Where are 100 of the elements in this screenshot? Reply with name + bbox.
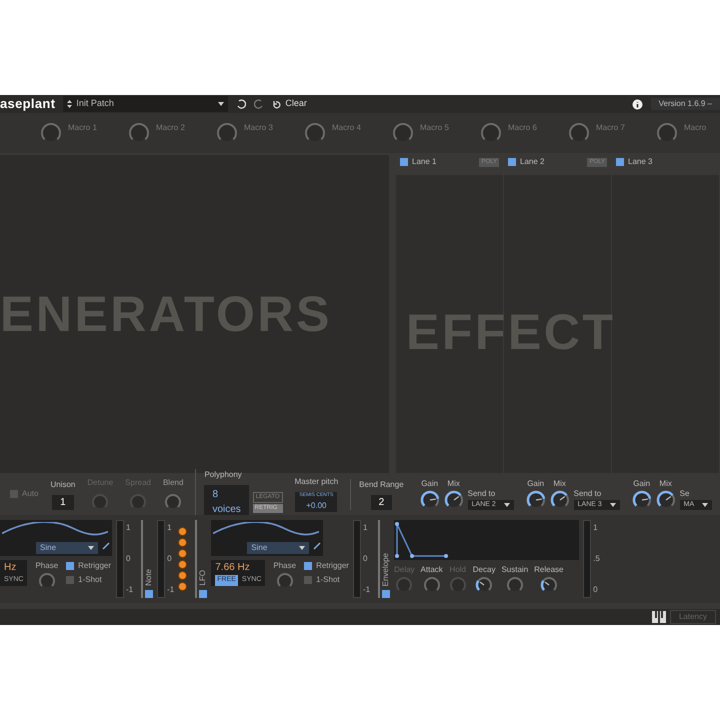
knob-label: Mix: [553, 478, 566, 490]
phase-knob[interactable]: [38, 572, 56, 590]
checkbox[interactable]: [304, 576, 312, 584]
version-label: Version 1.6.9 –: [650, 98, 720, 110]
macro-knob[interactable]: [480, 122, 502, 144]
knob[interactable]: [164, 493, 182, 511]
caret-icon: [299, 546, 306, 550]
reset-icon: [272, 100, 282, 108]
knob-label: Gain: [421, 478, 438, 490]
knob[interactable]: [632, 490, 652, 510]
knob[interactable]: [475, 576, 494, 594]
knob-label: Release: [534, 564, 564, 576]
scale-label: -1: [362, 584, 370, 596]
scale-label: 1: [126, 522, 132, 534]
knob[interactable]: [526, 490, 546, 510]
redo-icon[interactable]: [254, 99, 264, 109]
shape-dropdown[interactable]: Sine: [247, 542, 310, 554]
enable-checkbox[interactable]: [382, 590, 390, 598]
macro-label: Macro 2: [156, 122, 185, 134]
knob-label: Mix: [447, 478, 460, 490]
field-label: Polyphony: [204, 469, 243, 481]
knob-label: Gain: [527, 478, 544, 490]
unison-field[interactable]: 1: [52, 494, 74, 510]
knob[interactable]: [540, 576, 558, 594]
macro-knob[interactable]: [216, 122, 238, 144]
macro-knob[interactable]: [304, 122, 326, 144]
caret-icon: [504, 502, 510, 507]
macro-knob[interactable]: [40, 122, 62, 144]
knob[interactable]: [550, 490, 570, 510]
macro-label: Macro 3: [244, 122, 273, 134]
logo: aseplant: [0, 95, 56, 114]
latency-label: Latency: [670, 610, 716, 624]
field-label: Bend Range: [359, 478, 404, 490]
lane-checkbox[interactable]: [508, 158, 516, 166]
phase-knob[interactable]: [276, 572, 294, 590]
knob[interactable]: [420, 490, 440, 510]
module-title: LFO: [197, 570, 208, 586]
checkbox-label: 1-Shot: [78, 574, 102, 586]
enable-checkbox[interactable]: [145, 590, 154, 598]
info-icon[interactable]: [632, 98, 643, 110]
macro-knob[interactable]: [128, 122, 150, 144]
checkbox[interactable]: [66, 562, 74, 570]
pencil-icon[interactable]: [102, 542, 110, 550]
knob-label: Attack: [420, 564, 443, 576]
checkbox[interactable]: [304, 562, 312, 570]
undo-icon[interactable]: [236, 99, 246, 109]
rate-value: Hz: [4, 561, 18, 575]
lane-name: Lane 1: [412, 156, 436, 168]
scale-label: 0: [362, 553, 368, 565]
patch-selector[interactable]: Init Patch: [63, 96, 228, 112]
macro-knob[interactable]: [656, 122, 678, 144]
field-label: Unison: [50, 478, 76, 490]
caret-icon: [702, 502, 708, 507]
field-label: Se: [680, 488, 690, 500]
enable-checkbox[interactable]: [199, 590, 208, 598]
macro-label: Macro 5: [420, 122, 449, 134]
knob-label: Gain: [633, 478, 650, 490]
scale-label: .5: [593, 553, 600, 565]
macro-knob[interactable]: [392, 122, 414, 144]
caret-icon: [88, 546, 94, 550]
macro-label: Macro 6: [508, 122, 537, 134]
module-title: Envelope: [380, 552, 392, 586]
pencil-icon[interactable]: [313, 542, 322, 550]
piano-icon[interactable]: [652, 611, 666, 623]
lane-checkbox[interactable]: [400, 158, 408, 166]
rate-value: 7.66 Hz: [215, 561, 251, 575]
scale-label: 0: [167, 553, 173, 565]
lane-checkbox[interactable]: [616, 158, 624, 166]
knob-label: Sustain: [501, 564, 528, 576]
knob[interactable]: [444, 490, 464, 510]
modulation-dots-drawing: [178, 527, 188, 591]
macro-knob[interactable]: [568, 122, 590, 144]
shape-dropdown[interactable]: Sine: [36, 542, 98, 554]
checkbox-label: Retrigger: [316, 560, 349, 572]
knob[interactable]: [506, 576, 524, 594]
clear-button[interactable]: Clear: [272, 97, 307, 111]
caret-icon: [218, 102, 224, 106]
scale-label: 1: [167, 522, 173, 534]
knob-label: Decay: [472, 564, 496, 576]
knob[interactable]: [656, 490, 676, 510]
checkbox-label: Auto: [22, 488, 38, 500]
up-down-icon: [67, 100, 72, 108]
macro-label: Macro 7: [596, 122, 625, 134]
scale-label: 1: [593, 522, 599, 534]
macro-label: Macro 4: [332, 122, 361, 134]
macro-label: Macro 1: [68, 122, 97, 134]
field-label: Send to: [468, 488, 496, 500]
scale-label: 0: [593, 584, 599, 596]
knob-label: Mix: [659, 478, 672, 490]
checkbox[interactable]: [10, 490, 18, 498]
checkbox-label: 1-Shot: [316, 574, 340, 586]
knob-label: Phase: [273, 560, 296, 572]
checkbox-label: Retrigger: [78, 560, 112, 572]
bend-range-field[interactable]: 2: [370, 494, 392, 510]
lane-name: Lane 2: [520, 156, 544, 168]
module-title: Note: [143, 569, 154, 586]
field-label: Send to: [574, 488, 602, 500]
knob[interactable]: [422, 576, 441, 594]
scale-label: 1: [362, 522, 368, 534]
checkbox[interactable]: [66, 576, 74, 584]
